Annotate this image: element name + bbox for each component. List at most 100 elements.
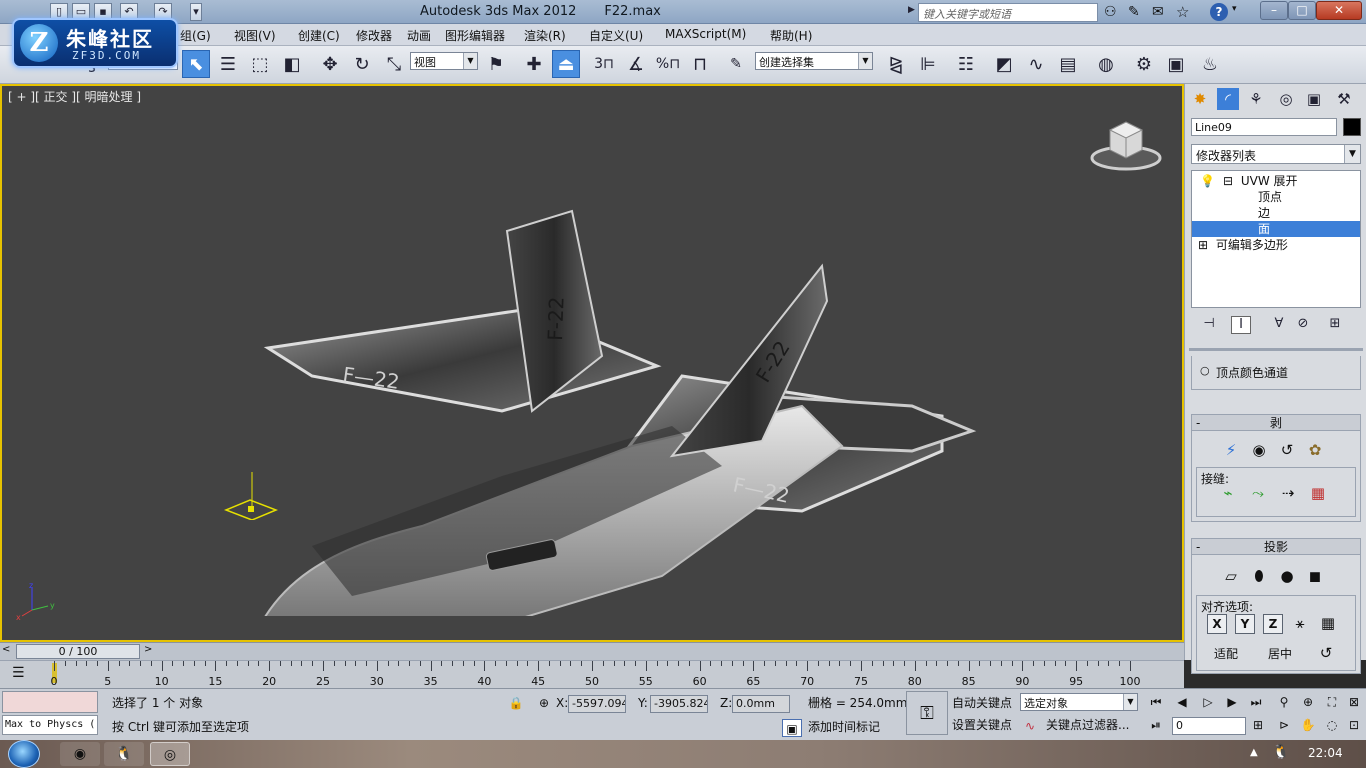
3dsmax-taskbar-icon[interactable]: ◎ [150,742,190,766]
projection-rollout-header[interactable]: - 投影 [1192,539,1360,555]
center-button[interactable]: 居中 [1261,644,1299,664]
tray-qq-icon[interactable]: 🐧 [1272,744,1289,760]
start-button-icon[interactable] [8,740,40,768]
menu-create[interactable]: 创建(C) [298,27,340,44]
set-key-button[interactable]: 设置关键点 [952,715,1018,735]
key-filters-button[interactable]: 关键点过滤器... [1046,715,1140,735]
orbit-icon[interactable]: ◌ [1322,716,1342,734]
quick-peel-icon[interactable]: ⚡ [1220,439,1242,461]
key-mode-dropdown[interactable]: 选定对象 ▼ [1020,693,1138,711]
create-tab-icon[interactable]: ✸ [1189,88,1211,110]
z-coordinate-field[interactable]: 0.0mm [732,695,790,713]
taskbar-clock[interactable]: 22:04 [1308,746,1343,760]
y-coordinate-field[interactable]: -3905.824r [650,695,708,713]
zoom-extents-all-icon[interactable]: ⊠ [1344,693,1364,711]
edit-named-selections-icon[interactable]: ✎ [722,50,750,78]
reset-projection-icon[interactable]: ↺ [1315,642,1337,664]
favorites-icon[interactable]: ✉ [1152,4,1164,20]
spherical-map-icon[interactable]: ● [1276,565,1298,587]
pelt-icon[interactable]: ✿ [1304,439,1326,461]
communication-center-icon[interactable]: ✎ [1128,4,1140,20]
material-editor-icon[interactable]: ◍ [1092,50,1120,78]
select-by-name-icon[interactable]: ☰ [214,50,242,78]
menu-customize[interactable]: 自定义(U) [589,27,643,44]
zoom-extents-icon[interactable]: ⛶ [1322,693,1342,711]
field-of-view-icon[interactable]: ⊳ [1274,716,1294,734]
select-object-icon[interactable]: ⬉ [182,50,210,78]
keyboard-shortcut-override-icon[interactable]: ⏏ [552,50,580,78]
snaps-toggle-icon[interactable]: 3 ⊓ [590,50,618,78]
stack-item-vertex[interactable]: 顶点 [1192,189,1360,205]
motion-tab-icon[interactable]: ◎ [1275,88,1297,110]
schematic-view-icon[interactable]: ▤ [1054,50,1082,78]
object-color-swatch[interactable] [1343,118,1361,136]
expand-face-to-seams-icon[interactable]: ▦ [1307,482,1329,504]
display-tab-icon[interactable]: ▣ [1303,88,1325,110]
zoom-all-icon[interactable]: ⊕ [1298,693,1318,711]
time-tag-icon[interactable]: ▣ [782,719,802,737]
lightbulb-icon[interactable]: 💡 [1200,174,1215,188]
menu-view[interactable]: 视图(V) [234,27,276,44]
star-icon[interactable]: ☆ [1176,3,1189,21]
maximize-button[interactable]: □ [1288,1,1316,20]
maxscript-listener-top[interactable] [2,691,98,713]
binoculars-icon[interactable]: ⚇ [1104,4,1117,20]
qq-taskbar-icon[interactable]: 🐧 [104,742,144,766]
next-frame-button-icon[interactable]: ▶ [1222,693,1242,711]
render-teapot-icon[interactable]: ♨ [1196,50,1224,78]
menu-animation[interactable]: 动画 [407,27,431,44]
pivot-center-icon[interactable]: ⚑ [482,50,510,78]
best-align-icon[interactable]: ⚹ [1289,612,1311,634]
search-input[interactable]: 键入关键字或短语 [918,3,1098,22]
collapse-minus-icon[interactable]: ⊟ [1223,174,1233,188]
zoom-icon[interactable]: ⚲ [1274,693,1294,711]
object-name-field[interactable]: Line09 [1191,118,1337,136]
fit-button[interactable]: 适配 [1207,644,1245,664]
time-configuration-icon[interactable]: ⊞ [1248,716,1268,734]
menu-help[interactable]: 帮助(H) [770,27,812,44]
box-map-icon[interactable]: ◼ [1304,565,1326,587]
pin-stack-icon[interactable]: ⊣ [1199,316,1219,334]
angle-snap-icon[interactable]: ∡ [622,50,650,78]
radio-button[interactable]: ○ [1200,364,1210,377]
play-icon[interactable]: ▷ [1198,693,1218,711]
absolute-mode-icon[interactable]: ⊕ [534,694,554,712]
cylindrical-map-icon[interactable]: ⬮ [1248,565,1270,587]
make-unique-icon[interactable]: ∀ [1269,316,1289,334]
search-expand-icon[interactable]: ▶ [908,5,915,15]
utilities-tab-icon[interactable]: ⚒ [1333,88,1355,110]
time-slider[interactable]: < 0 / 100 > [0,642,1184,660]
set-key-icon[interactable]: ⚿ [906,691,948,735]
percent-snap-icon[interactable]: % ⊓ [654,50,682,78]
layer-manager-icon[interactable]: ☷ [952,50,980,78]
chrome-taskbar-icon[interactable]: ◉ [60,742,100,766]
help-dropdown-icon[interactable]: ▾ [1232,4,1237,14]
next-frame-icon[interactable]: > [144,644,152,655]
plus-box-icon[interactable]: ⊞ [1198,238,1208,252]
viewcube-icon[interactable] [1088,116,1168,176]
vertex-color-channel-label[interactable]: 顶点颜色通道 [1216,364,1288,381]
point-to-point-seams-icon[interactable]: ⌁ [1217,482,1239,504]
rotate-icon[interactable]: ↻ [348,50,376,78]
auto-key-button[interactable]: 自动关键点 [952,693,1018,713]
key-filters-icon[interactable]: ∿ [1020,717,1040,735]
tray-expand-icon[interactable]: ▲ [1250,747,1258,758]
edge-sel-to-seams-icon[interactable]: ⤳ [1247,482,1269,504]
align-z-button[interactable]: Z [1263,614,1283,634]
align-icon[interactable]: ⊫ [914,50,942,78]
reset-peel-icon[interactable]: ↺ [1276,439,1298,461]
remove-modifier-icon[interactable]: ⊘ [1293,316,1313,334]
render-setup-icon[interactable]: ⚙ [1130,50,1158,78]
time-slider-knob[interactable]: 0 / 100 [16,644,140,659]
modify-tab-icon[interactable]: ◜ [1217,88,1239,110]
minimize-button[interactable]: – [1260,1,1288,20]
close-button[interactable]: ✕ [1316,1,1362,20]
stack-item-edge[interactable]: 边 [1192,205,1360,221]
window-crossing-icon[interactable]: ◧ [278,50,306,78]
maximize-viewport-icon[interactable]: ⊡ [1344,716,1364,734]
go-to-start-icon[interactable]: ⏮ [1146,693,1166,711]
viewport-label[interactable]: [ + ][ 正交 ][ 明暗处理 ] [8,88,141,105]
mirror-icon[interactable]: ⧎ [882,50,910,78]
go-to-end-icon[interactable]: ⏭ [1246,693,1266,711]
graphite-tools-icon[interactable]: ◩ [990,50,1018,78]
